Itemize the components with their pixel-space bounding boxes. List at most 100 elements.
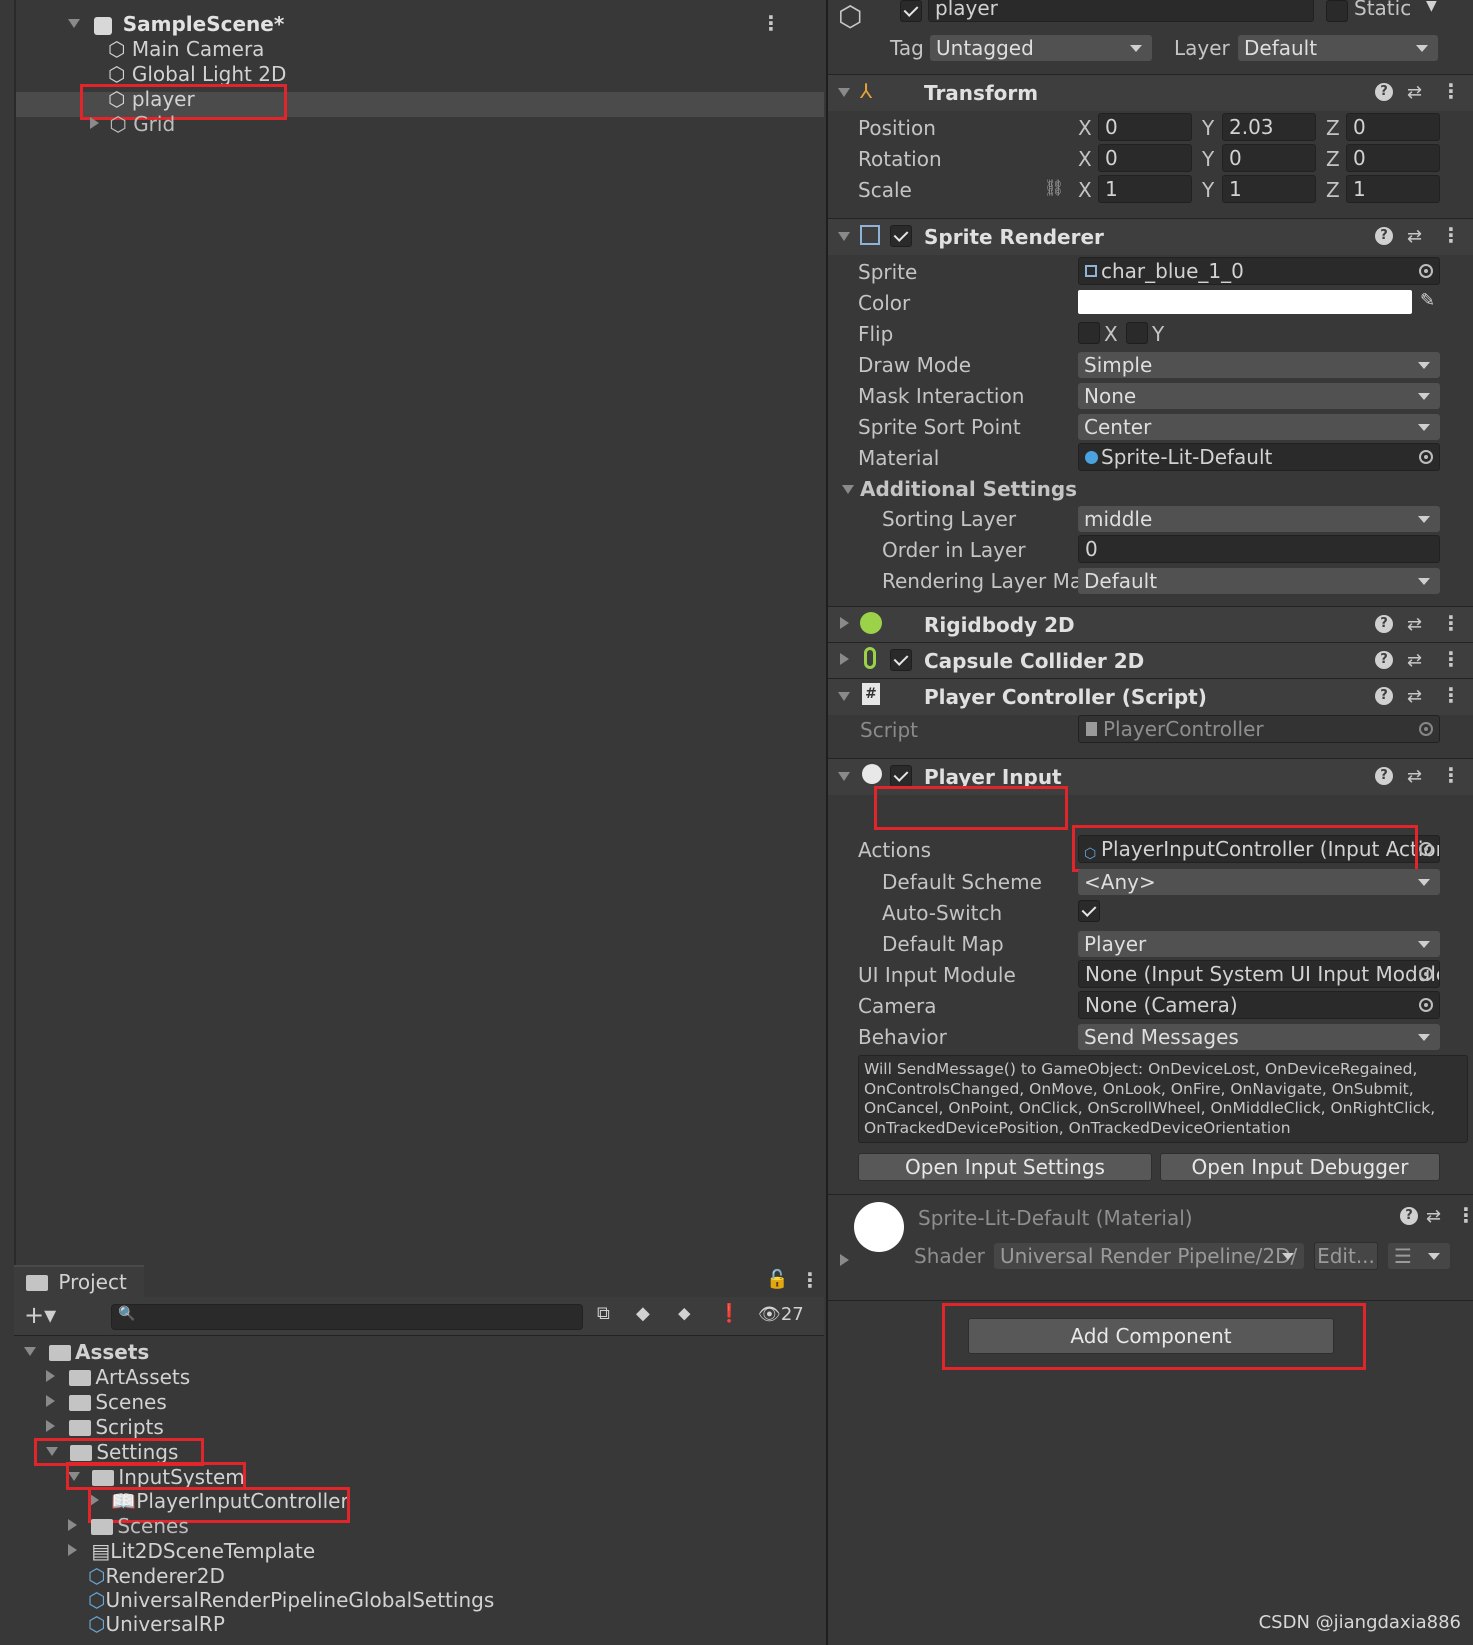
foldout-right-icon[interactable] — [90, 117, 99, 129]
help-icon[interactable]: ? — [1375, 651, 1393, 669]
sorting-layer-dropdown[interactable]: middle — [1078, 506, 1440, 532]
shader-options-dropdown[interactable]: ☰ — [1388, 1243, 1450, 1269]
object-picker-icon[interactable] — [1419, 842, 1433, 856]
component-menu-icon[interactable]: ⋮ — [1441, 225, 1461, 245]
project-menu-icon[interactable]: ⋮ — [800, 1268, 820, 1292]
scale-y-field[interactable]: 1 — [1222, 175, 1316, 203]
filter-label-icon[interactable]: ◆ — [636, 1303, 650, 1324]
hidden-packages-toggle[interactable]: 👁27 — [758, 1304, 804, 1325]
sprite-sort-point-dropdown[interactable]: Center — [1078, 414, 1440, 440]
hierarchy-item[interactable]: ⬡ Grid — [90, 111, 175, 137]
component-menu-icon[interactable]: ⋮ — [1441, 685, 1461, 705]
foldout-down-icon[interactable] — [24, 1347, 36, 1356]
help-icon[interactable]: ? — [1375, 687, 1393, 705]
foldout-down-icon[interactable] — [838, 692, 850, 701]
component-menu-icon[interactable]: ⋮ — [1441, 765, 1461, 785]
rotation-x-field[interactable]: 0 — [1098, 144, 1192, 172]
create-plus-icon[interactable]: +▾ — [24, 1301, 56, 1329]
default-scheme-dropdown[interactable]: <Any> — [1078, 869, 1440, 895]
constrain-proportions-icon[interactable]: ⛓ — [1044, 178, 1064, 197]
component-enabled-checkbox[interactable] — [890, 649, 912, 671]
rendering-layer-mask-dropdown[interactable]: Default — [1078, 568, 1440, 594]
scale-x-field[interactable]: 1 — [1098, 175, 1192, 203]
foldout-down-icon[interactable] — [838, 772, 850, 781]
position-x-field[interactable]: 0 — [1098, 113, 1192, 141]
flip-y-checkbox[interactable] — [1126, 322, 1148, 344]
open-input-settings-button[interactable]: Open Input Settings — [858, 1153, 1152, 1181]
component-enabled-checkbox[interactable] — [890, 765, 912, 787]
static-checkbox[interactable] — [1326, 0, 1348, 22]
component-menu-icon[interactable]: ⋮ — [1441, 649, 1461, 669]
capsule-collider2d-header[interactable]: Capsule Collider 2D ? ⇄ ⋮ — [828, 642, 1473, 679]
transform-header[interactable]: ⅄ Transform ? ⇄ ⋮ — [828, 74, 1473, 111]
foldout-right-icon[interactable] — [68, 1544, 77, 1556]
preset-icon[interactable]: ⇄ — [1407, 768, 1422, 786]
color-swatch[interactable] — [1078, 290, 1412, 314]
preset-icon[interactable]: ⇄ — [1407, 616, 1422, 634]
scene-root-row[interactable]: SampleScene* — [68, 11, 284, 37]
object-picker-icon[interactable] — [1419, 998, 1433, 1012]
auto-switch-checkbox[interactable] — [1078, 900, 1100, 922]
lock-icon[interactable]: 🔓 — [766, 1269, 788, 1290]
tree-item[interactable]: ▤Lit2DSceneTemplate — [68, 1538, 315, 1564]
preset-icon[interactable]: ⇄ — [1407, 652, 1422, 670]
tag-icon[interactable]: ⬥ — [678, 1303, 691, 1324]
component-menu-icon[interactable]: ⋮ — [1441, 81, 1461, 101]
filter-type-icon[interactable]: ⧉ — [597, 1303, 610, 1324]
foldout-right-icon[interactable] — [840, 617, 849, 629]
project-search-input[interactable]: 🔍 — [111, 1304, 583, 1330]
tree-item[interactable]: ⬡UniversalRP — [88, 1611, 225, 1637]
shader-edit-button[interactable]: Edit... — [1314, 1242, 1378, 1270]
mask-interaction-dropdown[interactable]: None — [1078, 383, 1440, 409]
hierarchy-menu-icon[interactable]: ⋮ — [761, 11, 781, 35]
tree-item[interactable]: ArtAssets — [46, 1364, 190, 1390]
sprite-field[interactable]: char_blue_1_0 — [1078, 257, 1440, 285]
tree-item[interactable]: Scenes — [68, 1513, 189, 1539]
tree-item[interactable]: ⬡UniversalRenderPipelineGlobalSettings — [88, 1587, 494, 1613]
tab-project[interactable]: Project — [14, 1265, 144, 1299]
help-icon[interactable]: ? — [1375, 767, 1393, 785]
eyedropper-icon[interactable]: ✎ — [1420, 290, 1435, 311]
preset-icon[interactable]: ⇄ — [1407, 688, 1422, 706]
rotation-y-field[interactable]: 0 — [1222, 144, 1316, 172]
flip-x-checkbox[interactable] — [1078, 322, 1100, 344]
preset-icon[interactable]: ⇄ — [1426, 1208, 1441, 1226]
object-picker-icon[interactable] — [1419, 967, 1433, 981]
preset-icon[interactable]: ⇄ — [1407, 228, 1422, 246]
tree-item[interactable]: ⬡Renderer2D — [88, 1563, 225, 1589]
tag-dropdown[interactable]: Untagged — [930, 35, 1152, 61]
help-icon[interactable]: ? — [1400, 1207, 1418, 1225]
object-picker-icon[interactable] — [1419, 264, 1433, 278]
ui-input-module-field[interactable]: None (Input System UI Input Module) — [1078, 960, 1440, 988]
foldout-right-icon[interactable] — [840, 653, 849, 665]
foldout-right-icon[interactable] — [68, 1519, 77, 1531]
scale-z-field[interactable]: 1 — [1346, 175, 1440, 203]
component-menu-icon[interactable]: ⋮ — [1441, 613, 1461, 633]
foldout-down-icon[interactable] — [842, 485, 854, 494]
tree-item[interactable]: Scenes — [46, 1389, 167, 1415]
help-icon[interactable]: ? — [1375, 227, 1393, 245]
player-controller-header[interactable]: # Player Controller (Script) ? ⇄ ⋮ — [828, 678, 1473, 715]
additional-settings-foldout[interactable]: Additional Settings — [860, 477, 1077, 501]
foldout-right-icon[interactable] — [46, 1370, 55, 1382]
foldout-down-icon[interactable] — [68, 19, 80, 28]
camera-field[interactable]: None (Camera) — [1078, 991, 1440, 1019]
default-map-dropdown[interactable]: Player — [1078, 931, 1440, 957]
static-dropdown-icon[interactable]: ▼ — [1426, 0, 1437, 14]
object-picker-icon[interactable] — [1419, 450, 1433, 464]
layer-dropdown[interactable]: Default — [1238, 35, 1438, 61]
sprite-renderer-header[interactable]: Sprite Renderer ? ⇄ ⋮ — [828, 218, 1473, 255]
open-input-debugger-button[interactable]: Open Input Debugger — [1160, 1153, 1440, 1181]
help-icon[interactable]: ? — [1375, 615, 1393, 633]
rotation-z-field[interactable]: 0 — [1346, 144, 1440, 172]
foldout-right-icon[interactable] — [46, 1395, 55, 1407]
tree-item[interactable]: Scripts — [46, 1414, 164, 1440]
foldout-down-icon[interactable] — [838, 232, 850, 241]
tree-assets[interactable]: Assets — [24, 1339, 149, 1365]
order-in-layer-field[interactable]: 0 — [1078, 535, 1440, 563]
behavior-dropdown[interactable]: Send Messages — [1078, 1024, 1440, 1050]
component-menu-icon[interactable]: ⋮ — [1456, 1205, 1473, 1225]
object-name-field[interactable]: player — [928, 0, 1314, 22]
hierarchy-item[interactable]: ⬡ Main Camera — [108, 36, 264, 62]
help-icon[interactable]: ? — [1375, 83, 1393, 101]
